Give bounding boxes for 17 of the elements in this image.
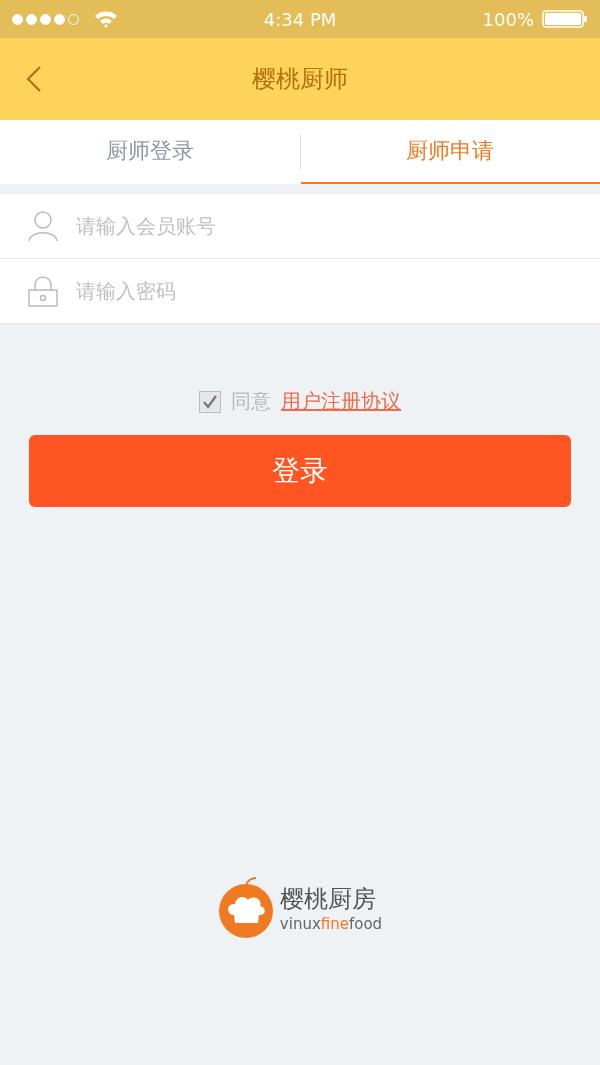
account-field[interactable]: 请输入会员账号 <box>74 213 572 239</box>
brand-subtitle: vinuxfinefood <box>279 915 383 933</box>
user-icon <box>28 210 58 242</box>
password-field[interactable]: 请输入密码 <box>74 278 572 304</box>
agree-label: 同意 <box>231 388 271 415</box>
chef-hat-logo-icon <box>217 877 274 939</box>
brand-name: 樱桃厨房 <box>279 884 377 915</box>
lock-icon <box>28 275 58 307</box>
login-button[interactable]: 登录 <box>29 435 571 507</box>
agreement-link[interactable]: 用户注册协议 <box>281 388 401 415</box>
battery-percent: 100% <box>482 8 534 30</box>
page-title: 樱桃厨师 <box>252 64 348 95</box>
back-icon[interactable] <box>26 66 42 92</box>
wifi-icon <box>94 10 118 28</box>
agree-checkbox[interactable] <box>199 390 221 413</box>
status-time: 4:34 PM <box>263 8 337 30</box>
battery-icon <box>542 10 588 28</box>
